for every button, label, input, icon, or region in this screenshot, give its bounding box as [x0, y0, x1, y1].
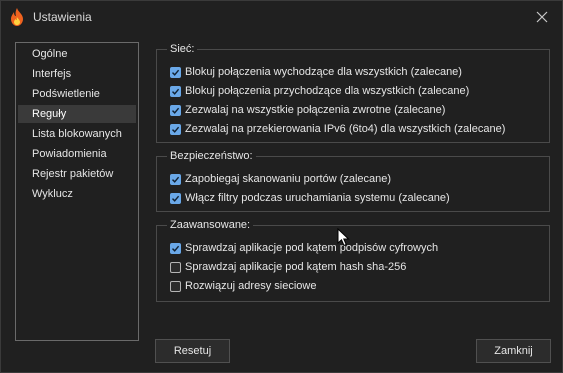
option-boot-filters[interactable]: Włącz filtry podczas uruchamiania system… — [170, 190, 450, 206]
option-allow-loopback[interactable]: Zezwalaj na wszystkie połączenia zwrotne… — [170, 102, 445, 118]
settings-window: Ustawienia Ogólne Interfejs Podświetleni… — [0, 0, 563, 373]
security-group-title: Bezpieczeństwo: — [167, 149, 256, 163]
option-check-signatures[interactable]: Sprawdzaj aplikacje pod kątem podpisów c… — [170, 240, 438, 256]
checkmark-icon — [172, 107, 180, 114]
checkbox-checked[interactable] — [170, 66, 181, 78]
sidebar-item-notifications[interactable]: Powiadomienia — [18, 145, 136, 163]
checkmark-icon — [172, 176, 180, 183]
option-block-outbound[interactable]: Blokuj połączenia wychodzące dla wszystk… — [170, 64, 462, 80]
option-label: Blokuj połączenia wychodzące dla wszystk… — [185, 66, 462, 78]
sidebar-item-interface[interactable]: Interfejs — [18, 65, 136, 83]
sidebar-item-rules[interactable]: Reguły — [18, 105, 136, 123]
option-prevent-port-scan[interactable]: Zapobiegaj skanowaniu portów (zalecane) — [170, 171, 391, 187]
security-group: Bezpieczeństwo: Zapobiegaj skanowaniu po… — [156, 149, 550, 212]
option-allow-6to4[interactable]: Zezwalaj na przekierowania IPv6 (6to4) d… — [170, 121, 505, 137]
option-label: Zapobiegaj skanowaniu portów (zalecane) — [185, 173, 392, 185]
window-title: Ustawienia — [33, 10, 92, 24]
mouse-pointer-icon — [337, 227, 351, 248]
flame-icon — [10, 8, 24, 26]
title-bar: Ustawienia — [1, 1, 562, 33]
option-block-inbound[interactable]: Blokuj połączenia przychodzące dla wszys… — [170, 83, 469, 99]
network-group: Sieć: Blokuj połączenia wychodzące dla w… — [156, 42, 550, 143]
checkmark-icon — [172, 88, 180, 95]
sidebar-item-highlight[interactable]: Podświetlenie — [18, 85, 136, 103]
checkmark-icon — [172, 245, 180, 252]
option-label: Blokuj połączenia przychodzące dla wszys… — [185, 85, 470, 97]
checkbox-checked[interactable] — [170, 242, 181, 254]
checkmark-icon — [172, 195, 180, 202]
checkmark-icon — [172, 126, 180, 133]
sidebar-item-packet-log[interactable]: Rejestr pakietów — [18, 165, 136, 183]
sidebar-item-blocklist[interactable]: Lista blokowanych — [18, 125, 136, 143]
sidebar-item-exclude[interactable]: Wyklucz — [18, 185, 136, 203]
settings-category-list: Ogólne Interfejs Podświetlenie Reguły Li… — [15, 42, 139, 341]
advanced-group: Zaawansowane: Sprawdzaj aplikacje pod ką… — [156, 218, 550, 302]
checkbox-checked[interactable] — [170, 173, 181, 185]
checkbox-checked[interactable] — [170, 85, 181, 97]
option-label: Włącz filtry podczas uruchamiania system… — [185, 192, 450, 204]
network-group-title: Sieć: — [167, 42, 198, 56]
checkbox-checked[interactable] — [170, 104, 181, 116]
reset-button[interactable]: Resetuj — [155, 339, 230, 363]
option-label: Zezwalaj na przekierowania IPv6 (6to4) d… — [185, 123, 506, 135]
close-button[interactable]: Zamknij — [476, 339, 551, 363]
option-label: Sprawdzaj aplikacje pod kątem podpisów c… — [185, 242, 439, 254]
checkbox-checked[interactable] — [170, 192, 181, 204]
sidebar-item-general[interactable]: Ogólne — [18, 45, 136, 63]
option-resolve-addresses[interactable]: Rozwiązuj adresy sieciowe — [170, 278, 316, 294]
option-label: Sprawdzaj aplikacje pod kątem hash sha-2… — [185, 261, 407, 273]
checkbox-checked[interactable] — [170, 123, 181, 135]
checkbox-unchecked[interactable] — [170, 261, 181, 273]
option-check-sha256[interactable]: Sprawdzaj aplikacje pod kątem hash sha-2… — [170, 259, 406, 275]
close-icon[interactable] — [530, 5, 554, 29]
option-label: Zezwalaj na wszystkie połączenia zwrotne… — [185, 104, 446, 116]
checkbox-unchecked[interactable] — [170, 280, 181, 292]
checkmark-icon — [172, 69, 180, 76]
advanced-group-title: Zaawansowane: — [167, 218, 254, 232]
option-label: Rozwiązuj adresy sieciowe — [185, 280, 317, 292]
